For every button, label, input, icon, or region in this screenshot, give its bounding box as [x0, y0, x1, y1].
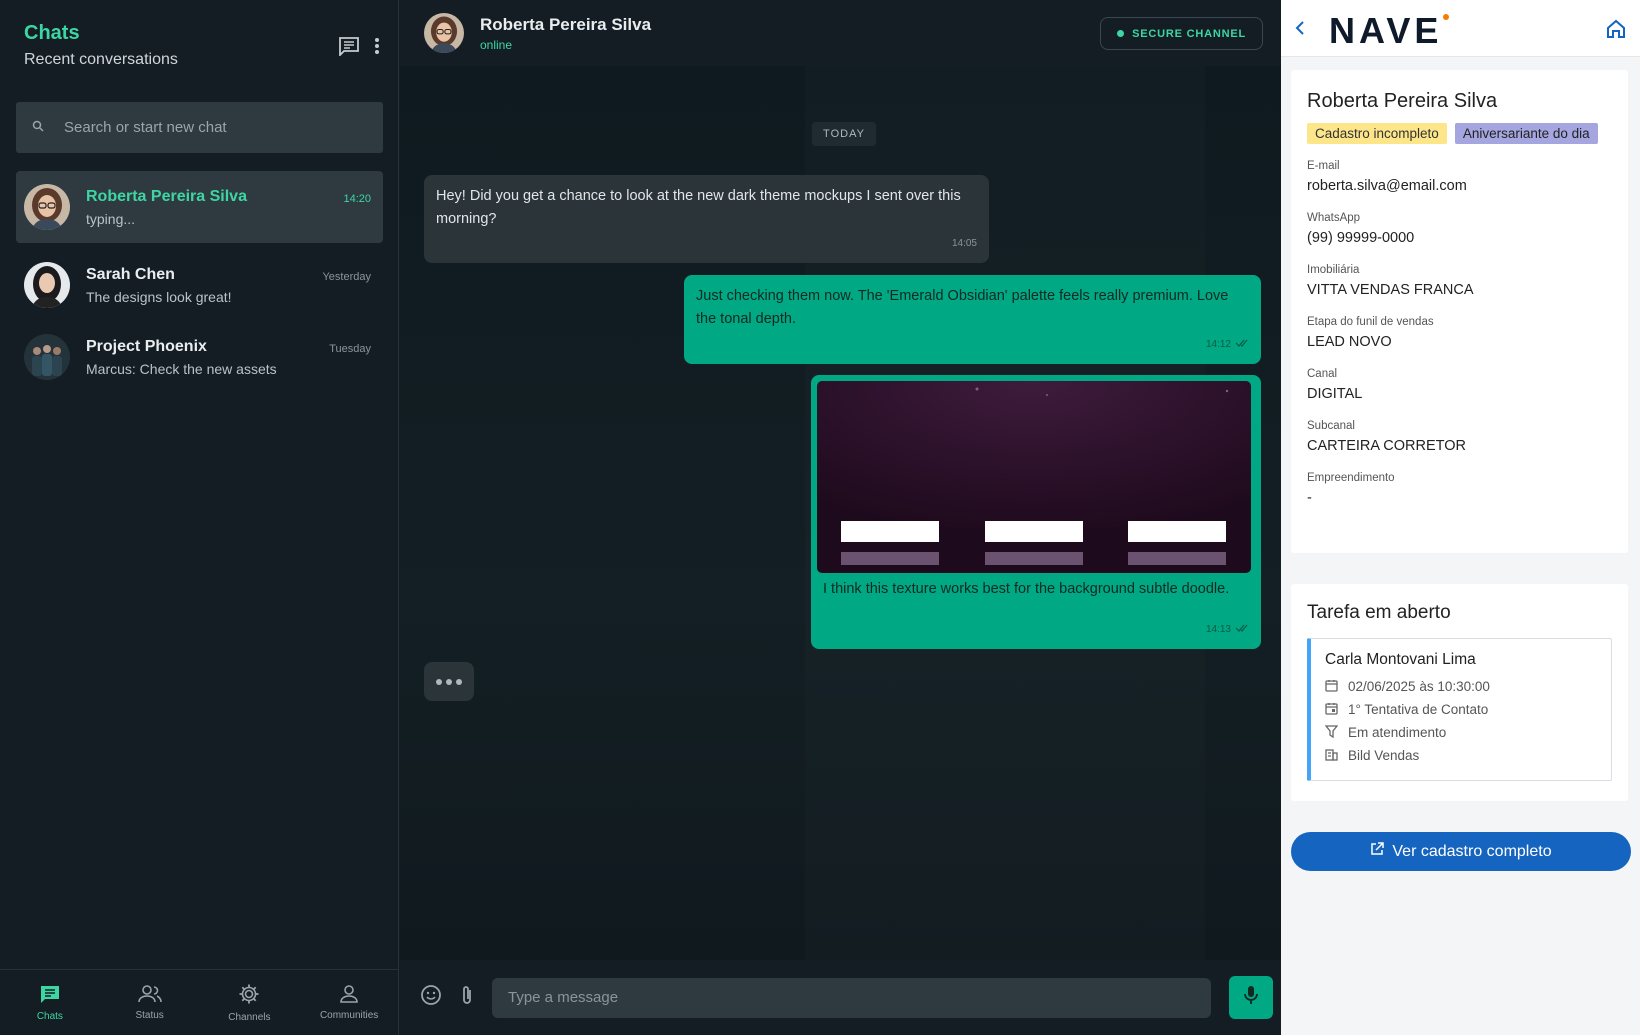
image-caption: I think this texture works best for the … [823, 581, 1230, 597]
nav-chats[interactable]: Chats [0, 970, 100, 1035]
calendar-icon [1325, 679, 1338, 695]
nav-label: Chats [36, 1010, 63, 1022]
field-canal: Canal DIGITAL [1307, 368, 1363, 402]
task-card: Tarefa em aberto Carla Montovani Lima 02… [1291, 584, 1628, 801]
chat-list: Roberta Pereira Silva typing... 14:20 Sa… [16, 171, 383, 393]
search-placeholder: Search or start new chat [64, 119, 227, 136]
nav-status[interactable]: Status [100, 970, 200, 1035]
filter-icon [1324, 724, 1339, 741]
task-status: Em atendimento [1348, 725, 1447, 740]
calendar-check-icon [1325, 702, 1338, 718]
task-company: Bild Vendas [1348, 748, 1420, 763]
new-chat-icon[interactable] [338, 36, 360, 61]
field-funnel-stage: Etapa do funil de vendas LEAD NOVO [1307, 316, 1434, 350]
people-icon [137, 984, 162, 1006]
nave-logo: NAVE [1329, 10, 1453, 51]
typing-indicator [424, 662, 474, 701]
message-input[interactable]: Type a message [492, 977, 1211, 1018]
incomplete-badge: Cadastro incompleto [1307, 123, 1447, 144]
chat-item-roberta[interactable]: Roberta Pereira Silva typing... 14:20 [16, 171, 383, 243]
avatar [24, 262, 70, 308]
emoji-icon[interactable] [420, 984, 442, 1011]
secure-channel-badge: SECURE CHANNEL [1100, 17, 1263, 50]
attach-icon[interactable] [460, 984, 474, 1011]
message-outgoing: Just checking them now. The 'Emerald Obs… [684, 275, 1261, 364]
chat-item-project-phoenix[interactable]: Project Phoenix Marcus: Check the new as… [16, 321, 383, 393]
chat-icon [39, 984, 61, 1007]
crm-panel: NAVE Roberta Pereira Silva Cadastro inco… [1281, 0, 1640, 1035]
person-icon [339, 984, 359, 1006]
chat-preview: Marcus: Check the new assets [86, 360, 277, 377]
nav-label: Status [135, 1009, 164, 1021]
message-incoming: Hey! Did you get a chance to look at the… [424, 175, 989, 263]
message-text: Just checking them now. The 'Emerald Obs… [696, 288, 1229, 327]
message-time: 14:13 [1205, 624, 1231, 635]
crm-header: NAVE [1281, 0, 1640, 57]
crm-contact-name: Roberta Pereira Silva [1307, 90, 1498, 112]
message-time: 14:05 [951, 238, 977, 249]
chat-preview: The designs look great! [86, 288, 232, 305]
message-text: Hey! Did you get a chance to look at the… [436, 188, 961, 227]
nav-label: Communities [319, 1009, 379, 1021]
home-icon[interactable] [1606, 19, 1626, 43]
task-step: 1° Tentativa de Contato [1348, 702, 1489, 717]
chat-preview: typing... [86, 210, 136, 227]
field-imobiliaria: Imobiliária VITTA VENDAS FRANCA [1307, 264, 1474, 298]
chat-time: Yesterday [322, 271, 371, 283]
chat-time: Tuesday [329, 343, 371, 355]
svg-text:NAVE: NAVE [1329, 10, 1442, 46]
field-email: E-mail roberta.silva@email.com [1307, 160, 1467, 194]
bottom-nav: Chats Status Channels Communities [0, 969, 399, 1035]
status-dot-icon [1117, 30, 1125, 37]
field-empreendimento: Empreendimento - [1307, 472, 1395, 506]
double-check-icon [1235, 333, 1249, 356]
more-menu-icon[interactable] [374, 37, 380, 60]
field-subcanal: Subcanal CARTEIRA CORRETOR [1307, 420, 1466, 454]
birthday-badge: Aniversariante do dia [1454, 123, 1598, 144]
gear-icon [238, 983, 260, 1008]
contact-name: Roberta Pereira Silva [480, 14, 652, 34]
conversation-panel: Roberta Pereira Silva online SECURE CHAN… [400, 0, 1281, 1035]
task-datetime: 02/06/2025 às 10:30:00 [1348, 679, 1490, 694]
sidebar-subtitle: Recent conversations [24, 51, 178, 68]
mic-icon [1244, 985, 1258, 1010]
message-placeholder: Type a message [508, 989, 619, 1006]
task-section-title: Tarefa em aberto [1307, 602, 1451, 623]
search-input[interactable]: Search or start new chat [16, 102, 383, 153]
back-icon[interactable] [1295, 20, 1305, 41]
view-full-profile-button[interactable]: Ver cadastro completo [1291, 832, 1631, 871]
contact-status: online [480, 37, 513, 52]
sidebar-title: Chats [24, 22, 80, 44]
message-composer: Type a message [400, 960, 1281, 1035]
nav-communities[interactable]: Communities [299, 970, 399, 1035]
secure-label: SECURE CHANNEL [1132, 27, 1246, 40]
avatar [24, 334, 70, 380]
field-whatsapp: WhatsApp (99) 99999-0000 [1307, 212, 1415, 246]
button-label: Ver cadastro completo [1392, 842, 1552, 860]
avatar [24, 184, 70, 230]
contact-card: Roberta Pereira Silva Cadastro incomplet… [1291, 70, 1628, 553]
image-attachment[interactable] [817, 381, 1251, 573]
task-item[interactable]: Carla Montovani Lima 02/06/2025 às 10:30… [1307, 638, 1612, 781]
nav-label: Channels [228, 1011, 271, 1023]
date-divider: TODAY [812, 122, 876, 146]
task-name: Carla Montovani Lima [1325, 651, 1476, 668]
sidebar-header: Chats Recent conversations [24, 22, 178, 69]
message-outgoing-image: I think this texture works best for the … [811, 375, 1261, 649]
nav-channels[interactable]: Channels [200, 970, 300, 1035]
conversation-header: Roberta Pereira Silva online SECURE CHAN… [400, 0, 1281, 66]
message-time: 14:12 [1205, 339, 1231, 350]
chat-item-sarah[interactable]: Sarah Chen The designs look great! Yeste… [16, 249, 383, 321]
building-icon [1325, 748, 1338, 764]
search-icon [32, 119, 44, 136]
mic-button[interactable] [1229, 976, 1273, 1019]
avatar[interactable] [424, 13, 464, 53]
chat-name: Roberta Pereira Silva [86, 187, 247, 205]
external-link-icon [1370, 842, 1385, 861]
chat-sidebar: Chats Recent conversations Search or sta… [0, 0, 399, 1035]
double-check-icon [1235, 618, 1249, 641]
chat-time: 14:20 [343, 193, 371, 205]
